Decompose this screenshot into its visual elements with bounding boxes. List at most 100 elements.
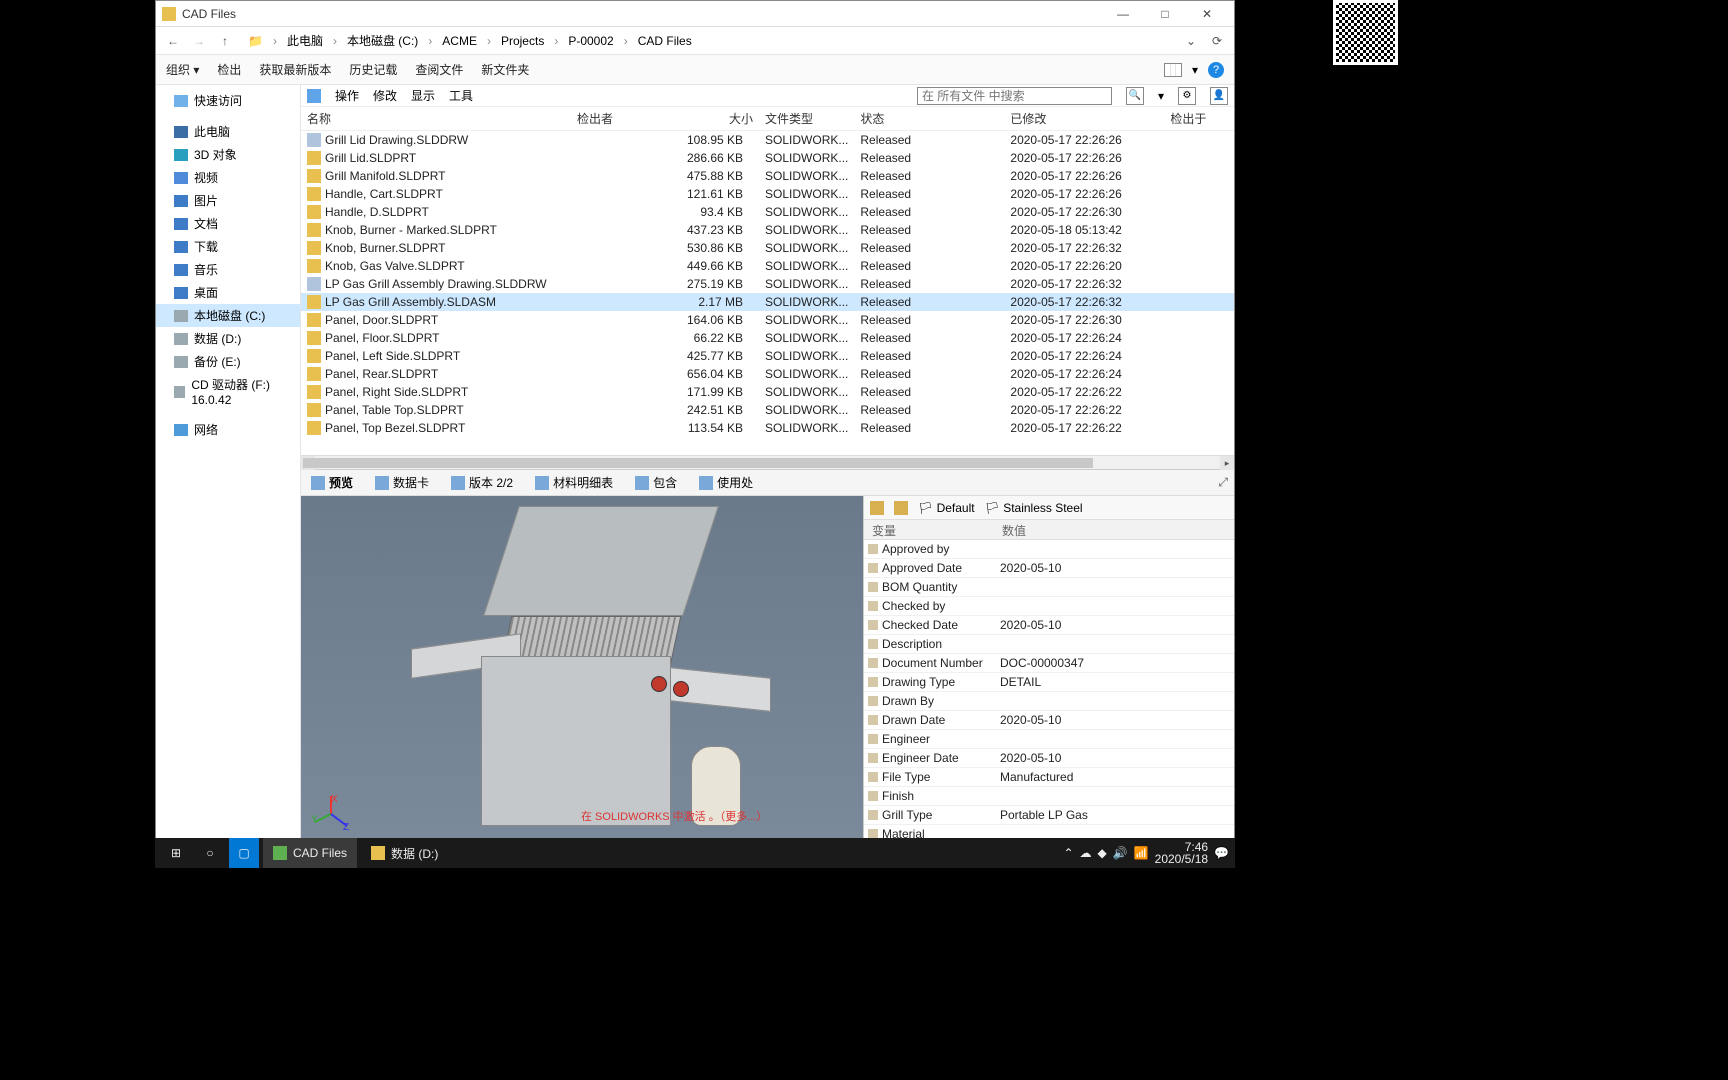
up-button[interactable]: ↑ (214, 30, 236, 52)
tab-datacard[interactable]: 数据卡 (371, 472, 433, 493)
sidebar-item[interactable]: CD 驱动器 (F:) 16.0.42 (156, 373, 300, 410)
property-row[interactable]: Approved Date2020-05-10 (864, 559, 1234, 578)
property-row[interactable]: Description (864, 635, 1234, 654)
maximize-button[interactable]: □ (1144, 2, 1186, 26)
file-row[interactable]: Panel, Right Side.SLDPRT171.99 KBSOLIDWO… (301, 383, 1234, 401)
file-row[interactable]: Panel, Top Bezel.SLDPRT113.54 KBSOLIDWOR… (301, 419, 1234, 437)
breadcrumb[interactable]: 📁›此电脑›本地磁盘 (C:)›ACME›Projects›P-00002›CA… (240, 30, 700, 51)
scroll-thumb[interactable] (303, 458, 1093, 468)
col-size[interactable]: 大小 (681, 107, 759, 131)
taskview-button[interactable]: ▢ (229, 838, 259, 868)
minimize-button[interactable]: — (1102, 2, 1144, 26)
property-row[interactable]: Checked Date2020-05-10 (864, 616, 1234, 635)
organize-button[interactable]: 组织 ▾ (166, 61, 199, 78)
file-row[interactable]: Panel, Door.SLDPRT164.06 KBSOLIDWORK...R… (301, 311, 1234, 329)
cortana-button[interactable]: ○ (195, 838, 225, 868)
sidebar-item[interactable]: 音乐 (156, 258, 300, 281)
file-row[interactable]: Knob, Burner - Marked.SLDPRT437.23 KBSOL… (301, 221, 1234, 239)
scroll-right-button[interactable]: ▸ (1220, 456, 1234, 470)
property-row[interactable]: File TypeManufactured (864, 768, 1234, 787)
sidebar-item[interactable]: 3D 对象 (156, 143, 300, 166)
tab-preview[interactable]: 预览 (307, 472, 357, 493)
crumb-item[interactable]: P-00002 (564, 32, 617, 50)
tray-cloud-icon[interactable]: ☁ (1080, 846, 1092, 860)
property-row[interactable]: Drawn By (864, 692, 1234, 711)
search-dropdown[interactable]: ▾ (1158, 89, 1164, 103)
property-row[interactable]: Engineer (864, 730, 1234, 749)
sidebar-item[interactable]: 备份 (E:) (156, 350, 300, 373)
tray-volume-icon[interactable]: 🔊 (1113, 846, 1128, 860)
property-row[interactable]: Drawing TypeDETAIL (864, 673, 1234, 692)
edit-menu[interactable]: 修改 (373, 87, 397, 104)
config-stainless[interactable]: Stainless Steel (1003, 501, 1082, 515)
view-mode-button[interactable] (1164, 63, 1182, 77)
dropdown-button[interactable]: ⌄ (1180, 30, 1202, 52)
sidebar-item[interactable]: 下载 (156, 235, 300, 258)
newfolder-button[interactable]: 新文件夹 (481, 61, 529, 78)
tool-menu[interactable]: 工具 (449, 87, 473, 104)
viewfile-button[interactable]: 查阅文件 (415, 61, 463, 78)
history-button[interactable]: 历史记载 (349, 61, 397, 78)
search-input[interactable] (917, 87, 1112, 105)
property-row[interactable]: Drawn Date2020-05-10 (864, 711, 1234, 730)
tray-app-icon[interactable]: ◆ (1098, 846, 1107, 860)
config-default[interactable]: Default (937, 501, 975, 515)
file-row[interactable]: LP Gas Grill Assembly Drawing.SLDDRW275.… (301, 275, 1234, 293)
property-row[interactable]: Approved by (864, 540, 1234, 559)
col-name[interactable]: 名称 (301, 107, 571, 131)
file-row[interactable]: LP Gas Grill Assembly.SLDASM2.17 MBSOLID… (301, 293, 1234, 311)
file-row[interactable]: Panel, Table Top.SLDPRT242.51 KBSOLIDWOR… (301, 401, 1234, 419)
sidebar-item[interactable]: 此电脑 (156, 120, 300, 143)
clock[interactable]: 7:46 2020/5/18 (1155, 841, 1208, 865)
sidebar-item[interactable]: 桌面 (156, 281, 300, 304)
crumb-item[interactable]: CAD Files (634, 32, 696, 50)
tab-bom[interactable]: 材料明细表 (531, 472, 617, 493)
forward-button[interactable]: → (188, 30, 210, 52)
task-cadfiles[interactable]: CAD Files (263, 838, 357, 868)
col-checkedby[interactable]: 检出者 (571, 107, 681, 131)
crumb-item[interactable]: 此电脑 (283, 30, 327, 51)
crumb-item[interactable]: Projects (497, 32, 548, 50)
property-row[interactable]: Engineer Date2020-05-10 (864, 749, 1234, 768)
operations-menu[interactable]: 操作 (335, 87, 359, 104)
crumb-item[interactable]: 本地磁盘 (C:) (343, 30, 422, 51)
file-row[interactable]: Handle, Cart.SLDPRT121.61 KBSOLIDWORK...… (301, 185, 1234, 203)
close-button[interactable]: ✕ (1186, 2, 1228, 26)
tray-wifi-icon[interactable]: 📶 (1134, 846, 1149, 860)
property-row[interactable]: Grill TypePortable LP Gas (864, 806, 1234, 825)
tray-up-icon[interactable]: ⌃ (1063, 846, 1073, 860)
file-row[interactable]: Grill Lid Drawing.SLDDRW108.95 KBSOLIDWO… (301, 131, 1234, 150)
getlatest-button[interactable]: 获取最新版本 (259, 61, 331, 78)
property-row[interactable]: Finish (864, 787, 1234, 806)
tab-version[interactable]: 版本 2/2 (447, 472, 517, 493)
sidebar-item[interactable]: 视频 (156, 166, 300, 189)
crumb-item[interactable]: ACME (438, 32, 481, 50)
checkout-button[interactable]: 检出 (217, 61, 241, 78)
file-row[interactable]: Panel, Left Side.SLDPRT425.77 KBSOLIDWOR… (301, 347, 1234, 365)
tab-contains[interactable]: 包含 (631, 472, 681, 493)
refresh-button[interactable]: ⟳ (1206, 30, 1228, 52)
filter-button[interactable]: ⚙ (1178, 87, 1196, 105)
col-modified[interactable]: 已修改 (1004, 107, 1164, 131)
back-button[interactable]: ← (162, 30, 184, 52)
property-row[interactable]: Checked by (864, 597, 1234, 616)
sidebar-item[interactable]: 图片 (156, 189, 300, 212)
task-data-d[interactable]: 数据 (D:) (361, 838, 448, 868)
notifications-button[interactable]: 💬 (1214, 846, 1229, 860)
user-button[interactable]: 👤 (1210, 87, 1228, 105)
file-row[interactable]: Handle, D.SLDPRT93.4 KBSOLIDWORK...Relea… (301, 203, 1234, 221)
display-menu[interactable]: 显示 (411, 87, 435, 104)
file-row[interactable]: Grill Manifold.SLDPRT475.88 KBSOLIDWORK.… (301, 167, 1234, 185)
help-button[interactable]: ? (1208, 62, 1224, 78)
view-dropdown[interactable]: ▾ (1192, 63, 1198, 77)
search-button[interactable]: 🔍 (1126, 87, 1144, 105)
start-button[interactable]: ⊞ (161, 838, 191, 868)
viewer-message[interactable]: 在 SOLIDWORKS 中激活 。（更多...） (581, 808, 767, 824)
col-filetype[interactable]: 文件类型 (759, 107, 854, 131)
horizontal-scrollbar[interactable]: ◂ ▸ (301, 455, 1234, 469)
sidebar-item[interactable]: 快速访问 (156, 89, 300, 112)
search-box[interactable] (917, 87, 1112, 105)
sidebar-item[interactable]: 网络 (156, 418, 300, 441)
tab-whereused[interactable]: 使用处 (695, 472, 757, 493)
file-row[interactable]: Grill Lid.SLDPRT286.66 KBSOLIDWORK...Rel… (301, 149, 1234, 167)
